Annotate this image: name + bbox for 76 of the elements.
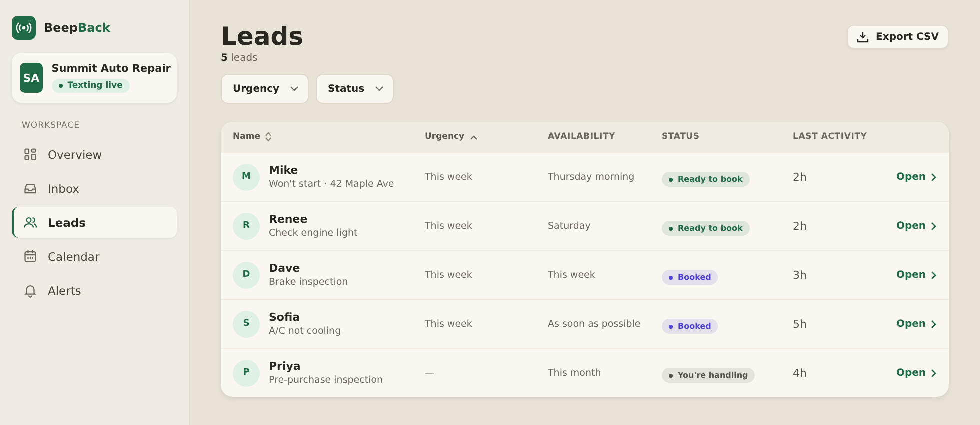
bell-icon [23, 283, 38, 298]
open-link[interactable]: Open [896, 318, 937, 330]
lead-avatar: S [233, 310, 260, 338]
urgency-cell-text: This week [425, 318, 474, 330]
lead-issue: Check engine light [269, 228, 358, 239]
status-tag: Ready to book [662, 221, 750, 236]
nav-item[interactable]: Overview [12, 139, 177, 170]
nav-item[interactable]: Calendar [12, 241, 177, 272]
lead-name: Mike [269, 164, 300, 177]
activity-cell-text: 3h [793, 268, 808, 282]
open-link[interactable]: Open [896, 270, 937, 280]
availability-cell-text: Saturday [548, 220, 592, 232]
lead-avatar: M [233, 164, 260, 190]
column-header[interactable]: AVAILABILITY [548, 132, 662, 142]
people-icon [23, 215, 38, 230]
nav-item[interactable]: Inbox [12, 173, 177, 204]
column-header[interactable]: Urgency [425, 132, 548, 142]
availability-cell-text: As soon as possible [548, 318, 642, 330]
sort-icon [265, 132, 272, 142]
export-button[interactable]: Export CSV [847, 25, 949, 49]
lead-name: Sofia [269, 311, 302, 324]
activity-cell-text: 2h [793, 170, 808, 184]
column-header[interactable]: Name [233, 132, 425, 142]
chevron-right-icon [931, 222, 937, 230]
account-name: Summit Auto Repair [52, 63, 171, 75]
lead-avatar: D [233, 262, 260, 288]
status-badge: Texting live [52, 79, 130, 93]
inbox-icon [23, 181, 38, 196]
nav-item[interactable]: Leads [12, 207, 177, 238]
activity-cell-text: 4h [793, 366, 808, 380]
status-tag: Booked [662, 319, 718, 334]
lead-name: Renee [269, 213, 309, 226]
grid-icon [23, 147, 38, 162]
urgency-cell-text: This week [425, 220, 474, 232]
open-link[interactable]: Open [896, 220, 937, 232]
urgency-cell-text: This week [425, 270, 474, 280]
availability-cell-text: This week [548, 270, 596, 280]
lead-issue: A/C not cooling [269, 326, 342, 337]
urgency-cell-text: — [425, 368, 436, 378]
status-tag: Ready to book [662, 172, 750, 188]
availability-cell-text: Thursday morning [548, 172, 636, 182]
chevron-down-icon [290, 86, 299, 92]
lead-issue: Brake inspection [269, 277, 348, 288]
download-icon [857, 31, 870, 43]
column-header[interactable]: STATUS [662, 132, 793, 142]
account-avatar: SA [20, 63, 43, 93]
open-link[interactable]: Open [896, 368, 937, 378]
lead-issue: Pre-purchase inspection [269, 375, 384, 386]
filter-dropdown[interactable]: Status [316, 74, 394, 104]
nav-item[interactable]: Alerts [12, 275, 177, 306]
lead-issue: Won't start · 42 Maple Ave [269, 179, 394, 190]
lead-name: Dave [269, 262, 302, 275]
availability-cell-text: This month [548, 368, 602, 378]
filter-dropdown[interactable]: Urgency [221, 74, 309, 104]
urgency-cell-text: This week [425, 172, 474, 182]
chevron-right-icon [931, 320, 937, 328]
status-tag: You're handling [662, 368, 756, 384]
chevron-right-icon [931, 368, 937, 378]
chevron-right-icon [931, 270, 937, 280]
calendar-icon [23, 249, 38, 264]
open-link[interactable]: Open [896, 172, 937, 182]
status-tag: Booked [662, 270, 718, 286]
activity-cell-text: 5h [793, 318, 808, 330]
logo-icon [12, 16, 36, 40]
page-title: Leads [221, 22, 304, 51]
lead-name: Priya [269, 360, 302, 373]
lead-count: 5 leads [221, 53, 259, 64]
caret-up-icon [470, 134, 478, 140]
lead-avatar: R [233, 212, 260, 240]
brand-name: BeepBack [44, 21, 110, 35]
lead-avatar: P [233, 360, 260, 386]
section-label: WORKSPACE [22, 121, 82, 131]
activity-cell-text: 2h [793, 220, 808, 232]
column-header[interactable]: LAST ACTIVITY [793, 132, 883, 142]
chevron-down-icon [375, 86, 384, 92]
chevron-right-icon [931, 172, 937, 182]
